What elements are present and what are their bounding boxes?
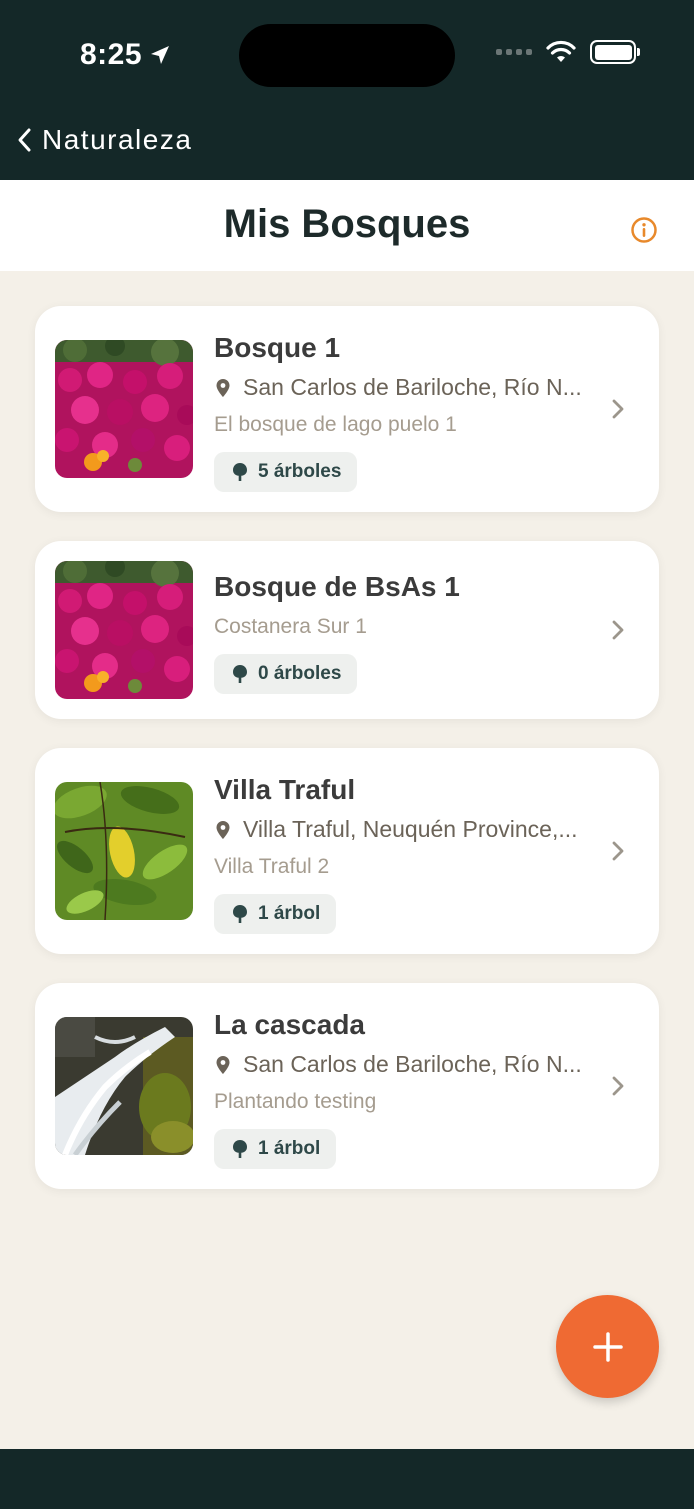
plus-icon xyxy=(592,1331,623,1362)
forest-description: Plantando testing xyxy=(214,1090,377,1113)
chevron-right-icon xyxy=(612,399,624,419)
forest-location: San Carlos de Bariloche, Río N... xyxy=(215,374,582,401)
status-time: 8:25 xyxy=(80,38,172,72)
back-button[interactable]: Naturaleza xyxy=(16,124,192,156)
bottom-bar xyxy=(0,1449,694,1509)
status-time-label: 8:25 xyxy=(80,38,143,71)
forest-title: Villa Traful xyxy=(214,774,356,805)
chevron-right-icon xyxy=(612,1076,624,1096)
forest-image xyxy=(55,561,193,699)
forest-title: Bosque 1 xyxy=(214,332,341,363)
tree-count-badge: 0 árboles xyxy=(214,654,358,694)
tree-count-badge: 1 árbol xyxy=(214,1129,337,1169)
tree-icon xyxy=(233,1140,247,1158)
page-header: Mis Bosques xyxy=(0,180,694,271)
tree-icon xyxy=(233,463,247,481)
chevron-right-icon xyxy=(612,841,624,861)
wifi-icon xyxy=(546,40,576,62)
tree-count-label: 1 árbol xyxy=(258,1138,321,1159)
location-arrow-icon xyxy=(151,46,170,64)
dynamic-island xyxy=(239,24,455,87)
forest-card[interactable]: La cascada San Carlos de Bariloche, Río … xyxy=(35,983,659,1189)
pin-icon xyxy=(216,378,230,397)
forest-location: San Carlos de Bariloche, Río N... xyxy=(215,1051,582,1078)
pin-icon xyxy=(216,1055,230,1074)
add-forest-button[interactable] xyxy=(556,1295,659,1398)
forest-title: Bosque de BsAs 1 xyxy=(214,571,460,602)
forest-location: Villa Traful, Neuquén Province,... xyxy=(215,816,578,843)
top-bar: 8:25 Naturaleza xyxy=(0,0,694,180)
tree-count-badge: 1 árbol xyxy=(214,894,337,934)
info-icon[interactable] xyxy=(630,216,658,244)
forest-location-label: San Carlos de Bariloche, Río N... xyxy=(243,1051,582,1077)
pin-icon xyxy=(216,820,230,839)
status-indicators xyxy=(496,40,640,64)
forest-card[interactable]: Bosque 1 San Carlos de Bariloche, Río N.… xyxy=(35,306,659,512)
forest-image xyxy=(55,1017,193,1155)
tree-icon xyxy=(233,665,247,683)
forest-description: El bosque de lago puelo 1 xyxy=(214,413,457,436)
tree-count-label: 5 árboles xyxy=(258,461,342,482)
cellular-signal-icon xyxy=(496,49,532,55)
tree-count-badge: 5 árboles xyxy=(214,452,358,492)
forest-location-label: Villa Traful, Neuquén Province,... xyxy=(243,816,578,842)
forest-card[interactable]: Bosque de BsAs 1 Costanera Sur 1 0 árbol… xyxy=(35,541,659,719)
forest-location-label: San Carlos de Bariloche, Río N... xyxy=(243,374,582,400)
tree-count-label: 1 árbol xyxy=(258,903,321,924)
forest-title: La cascada xyxy=(214,1009,365,1040)
forest-card[interactable]: Villa Traful Villa Traful, Neuquén Provi… xyxy=(35,748,659,954)
chevron-right-icon xyxy=(612,620,624,640)
battery-icon xyxy=(590,40,640,64)
forest-description: Villa Traful 2 xyxy=(214,855,330,878)
tree-count-label: 0 árboles xyxy=(258,663,342,684)
forest-description: Costanera Sur 1 xyxy=(214,615,367,638)
forest-image xyxy=(55,340,193,478)
page-title: Mis Bosques xyxy=(223,202,471,246)
chevron-left-icon xyxy=(18,128,31,152)
forest-image xyxy=(55,782,193,920)
back-label: Naturaleza xyxy=(42,124,193,155)
tree-icon xyxy=(233,905,247,923)
